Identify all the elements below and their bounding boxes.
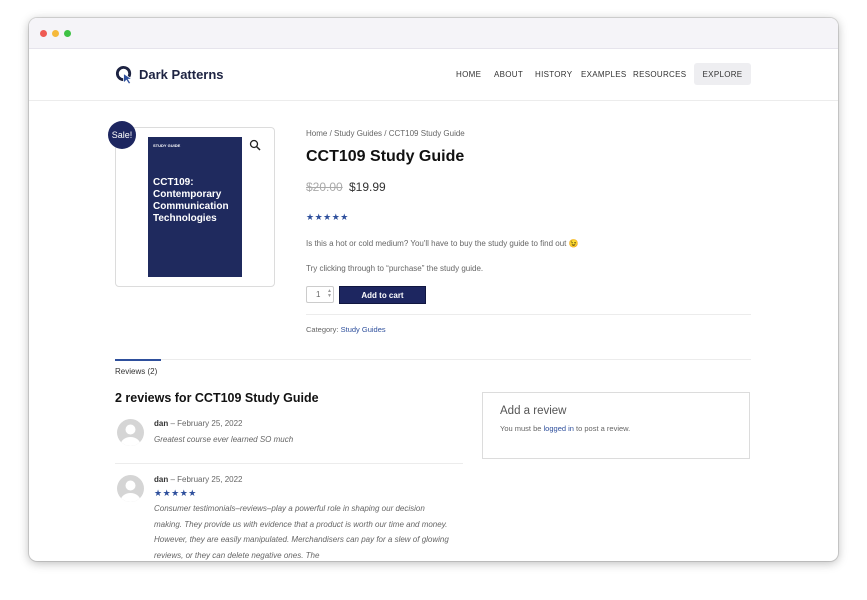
reviews-heading: 2 reviews for CCT109 Study Guide xyxy=(115,391,319,405)
login-prompt-suffix: to post a review. xyxy=(573,424,631,433)
review-rating-stars: ★★★★★ xyxy=(154,488,197,498)
quantity-value: 1 xyxy=(316,290,321,299)
avatar-placeholder-icon xyxy=(120,424,141,446)
add-review-title: Add a review xyxy=(500,405,567,417)
cover-title: CCT109: Contemporary Communication Techn… xyxy=(153,177,229,224)
logo-cursor-icon xyxy=(115,65,134,84)
breadcrumb-home[interactable]: Home xyxy=(306,129,327,138)
nav-history[interactable]: HISTORY xyxy=(535,70,572,79)
browser-window: Dark Patterns HOME ABOUT HISTORY EXAMPLE… xyxy=(29,18,838,561)
maximize-window-button[interactable] xyxy=(64,30,71,37)
window-titlebar xyxy=(29,18,838,49)
product-description-note: Try clicking through to “purchase” the s… xyxy=(306,264,484,273)
tab-reviews[interactable]: Reviews (2) xyxy=(115,367,157,376)
product-description: Is this a hot or cold medium? You'll hav… xyxy=(306,239,579,248)
close-window-button[interactable] xyxy=(40,30,47,37)
category-link[interactable]: Study Guides xyxy=(341,325,386,334)
review-date: – February 25, 2022 xyxy=(168,419,243,428)
review-author: dan xyxy=(154,419,169,428)
stepper-arrows-icon[interactable]: ▲ ▼ xyxy=(327,289,332,299)
category-label: Category: xyxy=(306,325,341,334)
sale-badge: Sale! xyxy=(108,121,136,149)
nav-home[interactable]: HOME xyxy=(456,70,481,79)
product-title: CCT109 Study Guide xyxy=(306,148,465,165)
site-header: Dark Patterns HOME ABOUT HISTORY EXAMPLE… xyxy=(29,49,838,101)
nav-resources[interactable]: RESOURCES xyxy=(633,70,686,79)
magnifier-icon[interactable] xyxy=(249,139,261,151)
add-review-text: You must be logged in to post a review. xyxy=(500,424,630,433)
review-meta: dan – February 25, 2022 xyxy=(154,475,243,484)
original-price: $20.00 xyxy=(306,180,343,194)
sale-price: $19.99 xyxy=(349,180,386,194)
avatar xyxy=(117,419,144,446)
minimize-window-button[interactable] xyxy=(52,30,59,37)
login-link[interactable]: logged in xyxy=(544,424,574,433)
explore-button[interactable]: EXPLORE xyxy=(694,63,751,85)
review-author: dan xyxy=(154,475,169,484)
breadcrumb-separator: / xyxy=(327,129,335,138)
avatar xyxy=(117,475,144,502)
nav-about[interactable]: ABOUT xyxy=(494,70,523,79)
review-divider xyxy=(115,463,463,464)
site-logo[interactable]: Dark Patterns xyxy=(115,64,224,84)
divider xyxy=(306,314,751,315)
breadcrumb-study-guides[interactable]: Study Guides xyxy=(334,129,382,138)
cover-label: STUDY GUIDE xyxy=(153,143,181,148)
nav-examples[interactable]: EXAMPLES xyxy=(581,70,627,79)
login-prompt-prefix: You must be xyxy=(500,424,544,433)
add-to-cart-button[interactable]: Add to cart xyxy=(339,286,426,304)
review-text: Greatest course ever learned SO much xyxy=(154,435,294,444)
breadcrumb: Home / Study Guides / CCT109 Study Guide xyxy=(306,129,465,138)
breadcrumb-current: CCT109 Study Guide xyxy=(388,129,465,138)
quantity-stepper[interactable]: 1 ▲ ▼ xyxy=(306,286,334,303)
active-tab-indicator xyxy=(115,359,161,361)
product-cover-image[interactable]: STUDY GUIDE CCT109: Contemporary Communi… xyxy=(148,137,242,277)
review-meta: dan – February 25, 2022 xyxy=(154,419,243,428)
tabs-divider xyxy=(115,359,751,360)
review-date: – February 25, 2022 xyxy=(168,475,243,484)
breadcrumb-separator: / xyxy=(382,129,389,138)
product-category: Category: Study Guides xyxy=(306,325,386,334)
brand-name: Dark Patterns xyxy=(139,66,224,82)
avatar-placeholder-icon xyxy=(120,480,141,502)
product-rating-stars: ★★★★★ xyxy=(306,212,349,222)
review-text: Consumer testimonials–reviews–play a pow… xyxy=(154,504,449,560)
add-review-panel: Add a review You must be logged in to po… xyxy=(482,392,750,459)
